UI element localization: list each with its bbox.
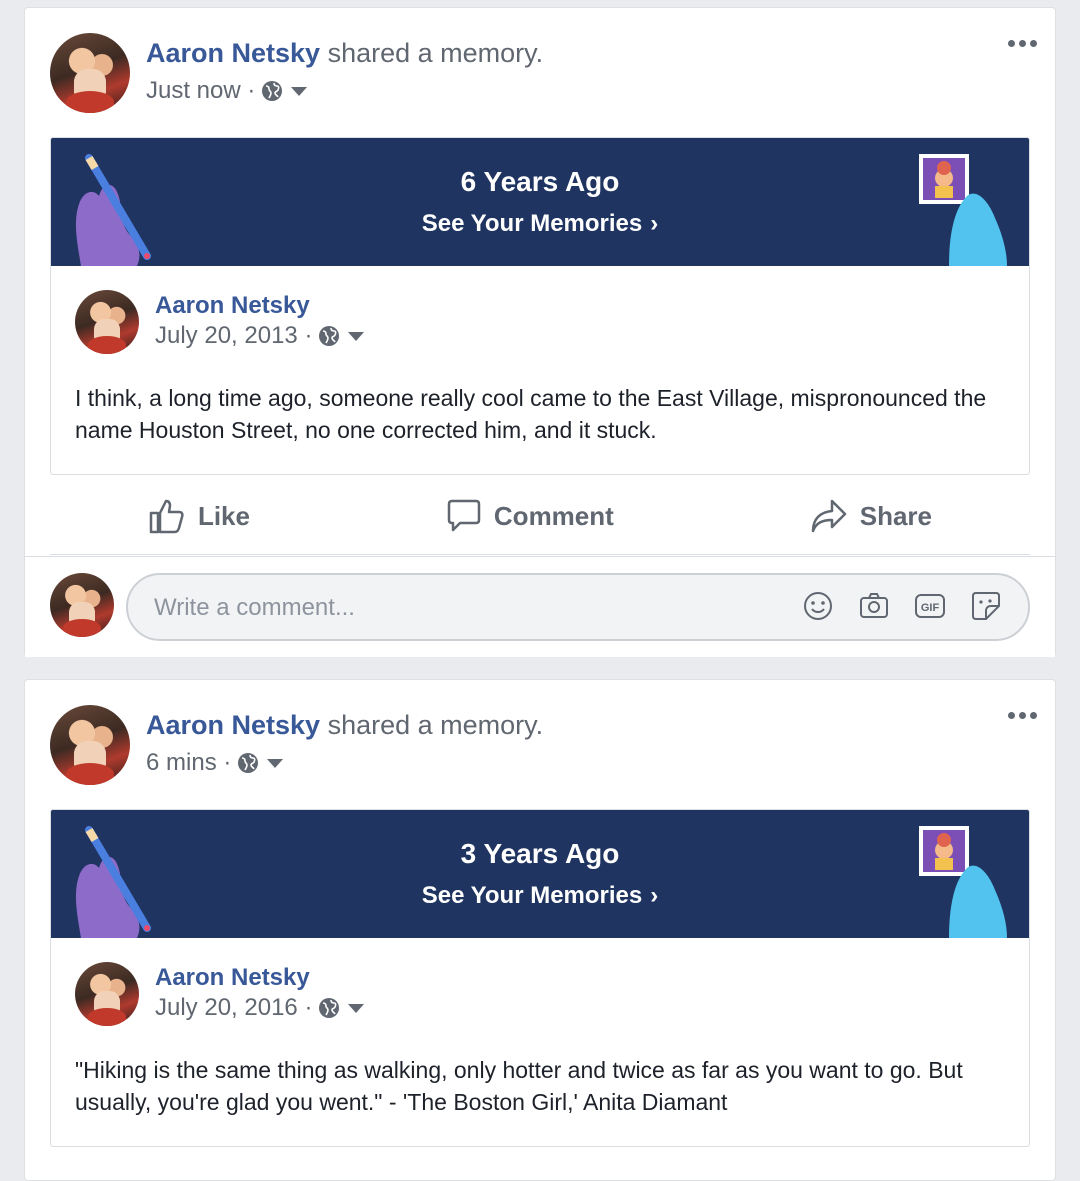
shared-post-text: I think, a long time ago, someone really… <box>75 385 987 443</box>
author-name-link[interactable]: Aaron Netsky <box>146 38 320 68</box>
author-name-link[interactable]: Aaron Netsky <box>146 710 320 740</box>
chevron-right-icon: › <box>650 210 659 237</box>
post-actions: Like Comment Share <box>50 478 1030 555</box>
memories-banner[interactable]: 6 Years Ago See Your Memories › <box>51 138 1029 266</box>
hand-with-photo-illustration <box>919 826 1007 938</box>
chevron-right-icon: › <box>650 882 659 909</box>
thumbs-up-icon <box>149 499 184 534</box>
speech-bubble-icon <box>447 499 481 532</box>
memory-years-ago: 3 Years Ago <box>460 838 620 869</box>
audience-caret-icon <box>348 1003 365 1013</box>
audience-caret-icon[interactable] <box>291 86 308 96</box>
post-header: Aaron Netsky shared a memory. 6 mins · <box>146 710 544 777</box>
comment-button[interactable]: Comment <box>446 498 614 534</box>
globe-icon[interactable] <box>237 752 259 774</box>
more-options-icon[interactable] <box>1008 40 1037 47</box>
comment-input[interactable] <box>152 575 756 641</box>
share-button[interactable]: Share <box>810 498 932 534</box>
post-timestamp[interactable]: 6 mins <box>146 749 217 777</box>
camera-icon[interactable] <box>858 590 890 622</box>
viewer-avatar[interactable] <box>50 573 114 637</box>
shared-author-name[interactable]: Aaron Netsky <box>155 964 310 992</box>
hand-with-photo-illustration <box>919 154 1007 266</box>
like-button[interactable]: Like <box>148 497 250 535</box>
memory-card[interactable]: 3 Years Ago See Your Memories › Aaron Net… <box>50 809 1030 1147</box>
shared-post-text: "Hiking is the same thing as walking, on… <box>75 1057 963 1115</box>
globe-icon[interactable] <box>261 80 283 102</box>
comment-composer: GIF <box>25 556 1055 657</box>
gif-icon[interactable]: GIF <box>914 590 946 622</box>
post-timestamp[interactable]: Just now <box>146 77 241 105</box>
post-action-text: shared a memory. <box>320 38 544 68</box>
audience-caret-icon <box>348 331 365 341</box>
shared-post-date[interactable]: July 20, 2013 <box>155 322 298 350</box>
post-header: Aaron Netsky shared a memory. Just now · <box>146 38 544 105</box>
share-arrow-icon <box>811 499 846 533</box>
feed-post: Aaron Netsky shared a memory. 6 mins · 3… <box>24 679 1056 1181</box>
see-memories-link[interactable]: See Your Memories › <box>51 882 1029 910</box>
shared-author-avatar[interactable] <box>75 962 139 1026</box>
comment-box[interactable]: GIF <box>126 573 1030 641</box>
memory-card[interactable]: 6 Years Ago See Your Memories › Aaron Net… <box>50 137 1030 475</box>
svg-text:GIF: GIF <box>921 602 940 614</box>
globe-icon <box>319 326 340 346</box>
shared-author-name[interactable]: Aaron Netsky <box>155 292 310 320</box>
audience-caret-icon[interactable] <box>267 758 284 768</box>
author-avatar[interactable] <box>50 33 130 113</box>
author-avatar[interactable] <box>50 705 130 785</box>
more-options-icon[interactable] <box>1008 712 1037 719</box>
memory-years-ago: 6 Years Ago <box>460 166 620 197</box>
sticker-icon[interactable] <box>970 590 1002 622</box>
see-memories-link[interactable]: See Your Memories › <box>51 210 1029 238</box>
feed-post: Aaron Netsky shared a memory. Just now ·… <box>24 7 1056 657</box>
shared-post-date[interactable]: July 20, 2016 <box>155 994 298 1022</box>
memories-banner[interactable]: 3 Years Ago See Your Memories › <box>51 810 1029 938</box>
globe-icon <box>319 998 340 1018</box>
shared-author-avatar[interactable] <box>75 290 139 354</box>
smiley-icon[interactable] <box>802 590 834 622</box>
post-action-text: shared a memory. <box>320 710 544 740</box>
